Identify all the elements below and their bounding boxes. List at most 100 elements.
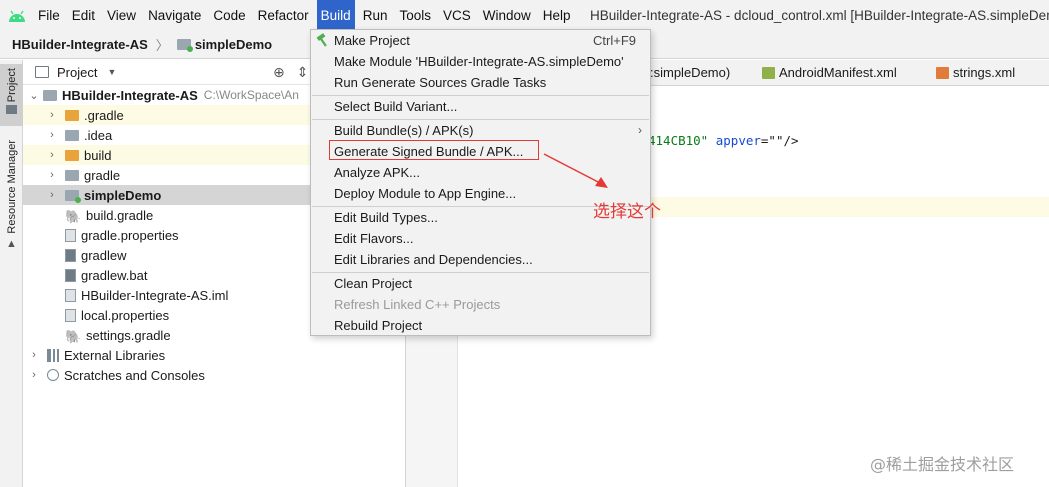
locate-icon[interactable]: ⊕ [273, 64, 285, 81]
tab-simpledemo[interactable]: :simpleDemo) [650, 60, 730, 86]
tree-item-label: .gradle [84, 107, 124, 123]
annotation-highlight-box [329, 140, 539, 160]
project-view-icon [35, 66, 49, 78]
menu-item-label: Clean Project [334, 276, 413, 291]
menu-item-label: Select Build Variant... [334, 99, 458, 114]
menu-code[interactable]: Code [209, 0, 249, 31]
project-tool-tab[interactable]: Project [0, 64, 23, 126]
annotation-text: 选择这个 [593, 202, 661, 222]
menu-item-build-bundles[interactable]: Build Bundle(s) / APK(s) › [311, 120, 650, 141]
chevron-right-icon[interactable]: › [29, 349, 39, 361]
menu-item-label: Edit Libraries and Dependencies... [334, 252, 533, 267]
menu-item-rebuild-project[interactable]: Rebuild Project [311, 315, 650, 336]
menu-bar: File Edit View Navigate Code Refactor Bu… [0, 0, 1049, 31]
tree-item-label: gradlew [81, 247, 127, 263]
menu-help[interactable]: Help [539, 0, 575, 31]
chevron-right-icon[interactable]: › [47, 169, 57, 181]
tree-item-label: gradle [84, 167, 121, 183]
gradle-icon: 🐘 [65, 208, 82, 224]
module-folder-icon [65, 189, 81, 203]
tree-item-label: simpleDemo [84, 187, 162, 203]
resource-manager-icon: ▲ [6, 237, 17, 250]
tree-item-label: build.gradle [86, 207, 154, 223]
tree-item-label: HBuilder-Integrate-AS.iml [81, 287, 229, 303]
tree-item-label: gradlew.bat [81, 267, 148, 283]
project-view-selector[interactable]: Project [57, 65, 97, 80]
tree-item-label: gradle.properties [81, 227, 179, 243]
folder-icon [65, 149, 79, 161]
tool-window-strip: Project Resource Manager ▲ [0, 60, 23, 487]
menu-item-make-module[interactable]: Make Module 'HBuilder-Integrate-AS.simpl… [311, 51, 650, 72]
menu-item-label: Edit Build Types... [334, 210, 438, 225]
code-line: 414CB10" appver=""/> [648, 133, 799, 148]
tab-androidmanifest[interactable]: AndroidManifest.xml [762, 60, 897, 86]
menu-file[interactable]: File [34, 0, 64, 31]
menu-tools[interactable]: Tools [395, 0, 435, 31]
code-string: 414CB10" [648, 133, 709, 148]
tab-label: strings.xml [953, 65, 1016, 80]
menu-navigate[interactable]: Navigate [144, 0, 205, 31]
android-studio-logo-icon [0, 0, 34, 31]
menu-item-edit-libraries[interactable]: Edit Libraries and Dependencies... [311, 249, 650, 270]
breadcrumb-module[interactable]: simpleDemo [195, 37, 272, 52]
breadcrumb-project[interactable]: HBuilder-Integrate-AS [12, 37, 148, 52]
chevron-right-icon[interactable]: › [29, 369, 39, 381]
bat-file-icon [65, 268, 76, 282]
tree-item-label: Scratches and Consoles [64, 367, 205, 383]
submenu-arrow-icon: › [638, 123, 642, 137]
folder-icon [6, 105, 17, 115]
properties-file-icon [65, 228, 76, 242]
chevron-down-icon[interactable]: ▼ [107, 67, 116, 77]
gradle-icon: 🐘 [65, 328, 82, 344]
menu-item-label: Deploy Module to App Engine... [334, 186, 517, 201]
manifest-file-icon [762, 67, 775, 79]
properties-file-icon [65, 308, 76, 322]
tree-root-label: HBuilder-Integrate-AS [62, 87, 198, 103]
watermark: @稀土掘金技术社区 [870, 455, 1015, 474]
tree-root-path: C:\WorkSpace\An [203, 88, 299, 102]
xml-file-icon [936, 67, 949, 79]
tree-item-scratches[interactable]: › Scratches and Consoles [23, 365, 406, 385]
menu-window[interactable]: Window [479, 0, 535, 31]
menu-item-label: Refresh Linked C++ Projects [334, 297, 501, 312]
tree-item-label: build [84, 147, 112, 163]
menu-item-edit-flavors[interactable]: Edit Flavors... [311, 228, 650, 249]
hammer-icon [316, 33, 327, 47]
chevron-right-icon[interactable]: › [47, 129, 57, 141]
menu-view[interactable]: View [103, 0, 140, 31]
tree-item-label: local.properties [81, 307, 170, 323]
collapse-all-icon[interactable]: ⇕ [297, 64, 309, 81]
tree-item-external-libraries[interactable]: › External Libraries [23, 345, 406, 365]
menu-item-refresh-cpp: Refresh Linked C++ Projects [311, 294, 650, 315]
chevron-right-icon[interactable]: › [47, 149, 57, 161]
resource-manager-tab-label: Resource Manager [5, 140, 18, 234]
menu-item-clean-project[interactable]: Clean Project [311, 273, 650, 294]
menu-edit[interactable]: Edit [68, 0, 99, 31]
menu-build[interactable]: Build [316, 0, 355, 31]
chevron-right-icon[interactable]: › [47, 189, 57, 201]
menu-item-run-generate-sources[interactable]: Run Generate Sources Gradle Tasks [311, 72, 650, 93]
scratches-icon [47, 369, 59, 381]
module-folder-icon [176, 39, 193, 52]
code-rest: =""/> [760, 133, 799, 148]
tab-strings[interactable]: strings.xml [936, 60, 1015, 86]
folder-icon [43, 89, 57, 101]
menu-item-label: Edit Flavors... [334, 231, 414, 246]
folder-icon [65, 129, 79, 141]
chevron-down-icon[interactable]: ⌄ [29, 89, 39, 102]
menu-item-select-build-variant[interactable]: Select Build Variant... [311, 96, 650, 117]
annotation-arrow-icon [543, 153, 608, 188]
menu-item-make-project[interactable]: Make Project Ctrl+F9 [311, 30, 650, 51]
tree-item-label: .idea [84, 127, 113, 143]
libraries-icon [47, 348, 59, 362]
resource-manager-tool-tab[interactable]: Resource Manager ▲ [0, 140, 23, 255]
chevron-right-icon[interactable]: › [47, 109, 57, 121]
window-title: HBuilder-Integrate-AS - dcloud_control.x… [590, 8, 1049, 23]
menu-vcs[interactable]: VCS [439, 0, 475, 31]
menu-item-label: Build Bundle(s) / APK(s) [334, 123, 474, 138]
menu-item-label: Run Generate Sources Gradle Tasks [334, 75, 547, 90]
menu-refactor[interactable]: Refactor [254, 0, 313, 31]
menu-run[interactable]: Run [359, 0, 392, 31]
code-attribute: appver [715, 133, 761, 148]
menu-item-label: Analyze APK... [334, 165, 420, 180]
